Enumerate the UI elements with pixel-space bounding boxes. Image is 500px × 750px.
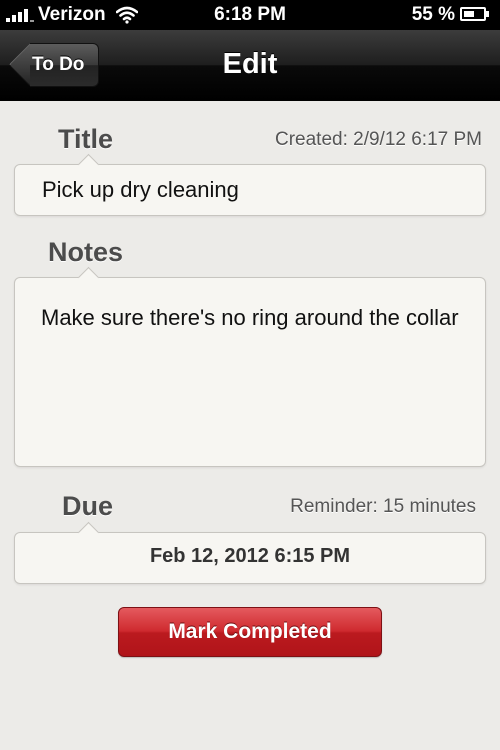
navigation-bar: To Do Edit <box>0 30 500 101</box>
mark-completed-button[interactable]: Mark Completed <box>118 607 382 657</box>
battery-percent: 55 % <box>411 4 455 25</box>
due-label: Due <box>62 491 114 521</box>
notes-field[interactable]: Make sure there's no ring around the col… <box>14 266 486 467</box>
due-date-field[interactable]: Feb 12, 2012 6:15 PM <box>14 521 486 584</box>
created-timestamp: Created: 2/9/12 6:17 PM <box>274 129 482 150</box>
title-label: Title <box>58 124 114 154</box>
notes-value: Make sure there's no ring around the col… <box>41 305 459 330</box>
battery-fill <box>464 11 474 17</box>
notes-label: Notes <box>48 237 124 267</box>
battery-icon <box>460 7 492 23</box>
title-field[interactable]: Pick up dry cleaning <box>14 153 486 216</box>
reminder-text: Reminder: 15 minutes <box>290 496 476 517</box>
status-bar: Verizon 6:18 PM 55 % <box>0 0 500 30</box>
due-date-value: Feb 12, 2012 6:15 PM <box>149 545 351 567</box>
page-title: Edit <box>222 48 278 80</box>
title-value: Pick up dry cleaning <box>42 177 239 202</box>
status-right: 55 % <box>412 4 492 26</box>
